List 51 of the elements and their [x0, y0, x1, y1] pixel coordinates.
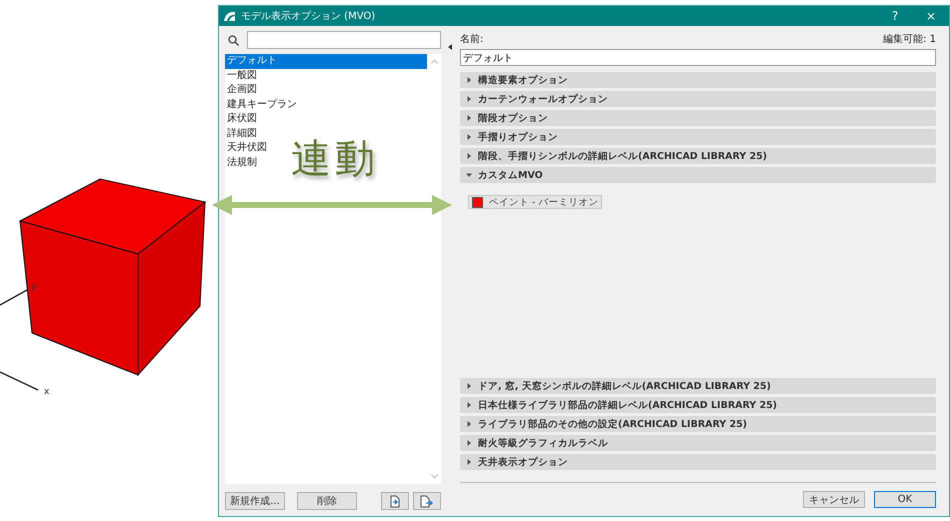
app-logo-icon [223, 10, 237, 22]
new-button[interactable]: 新規作成... [225, 492, 285, 510]
list-item[interactable]: デフォルト [225, 54, 427, 68]
document-arrow-icon [389, 494, 401, 508]
document-arrow-icon [420, 494, 434, 508]
axis-label: y [31, 282, 36, 292]
collapsed-triangle-icon [466, 77, 472, 83]
search-icon [228, 34, 239, 46]
section-header[interactable]: カスタムMVO [460, 167, 936, 183]
axis-label: x [44, 387, 50, 397]
section-header[interactable]: カーテンウォールオプション [460, 91, 936, 107]
collapsed-triangle-icon [466, 421, 472, 427]
collapsed-triangle-icon [466, 440, 472, 446]
section-header[interactable]: 構造要素オプション [460, 72, 936, 88]
collapse-arrow-icon[interactable] [448, 44, 452, 50]
section-header[interactable]: ライブラリ部品のその他の設定(ARCHICAD LIBRARY 25) [460, 416, 936, 432]
editable-count: 編集可能: 1 [883, 32, 936, 46]
collapsed-triangle-icon [466, 459, 472, 465]
y-axis-line [0, 289, 28, 306]
section-header[interactable]: 耐火等級グラフィカルラベル [460, 435, 936, 451]
collapsed-triangle-icon [466, 153, 472, 159]
cancel-button[interactable]: キャンセル [803, 491, 865, 508]
ok-button[interactable]: OK [874, 491, 936, 508]
collapsed-triangle-icon [466, 402, 472, 408]
section-header[interactable]: 日本仕様ライブラリ部品の詳細レベル(ARCHICAD LIBRARY 25) [460, 397, 936, 413]
export-button[interactable] [413, 492, 441, 510]
help-button[interactable]: ? [877, 6, 913, 26]
section-header[interactable]: 階段オプション [460, 110, 936, 126]
delete-button[interactable]: 削除 [297, 492, 357, 510]
collapsed-triangle-icon [466, 383, 472, 389]
window-title: モデル表示オプション (MVO) [241, 10, 376, 23]
section-header[interactable]: 天井表示オプション [460, 454, 936, 470]
section-header[interactable]: ドア, 窓, 天窓シンボルの詳細レベル(ARCHICAD LIBRARY 25) [460, 378, 936, 394]
search-field[interactable] [247, 31, 441, 49]
section-header[interactable]: 階段、手摺りシンボルの詳細レベル(ARCHICAD LIBRARY 25) [460, 148, 936, 164]
surface-picker[interactable]: ペイント - バーミリオン [468, 195, 602, 209]
collapsed-triangle-icon [466, 96, 472, 102]
import-button[interactable] [381, 492, 409, 510]
collapsed-triangle-icon [466, 115, 472, 121]
expanded-triangle-icon [466, 172, 472, 178]
section-header[interactable]: 手摺りオプション [460, 129, 936, 145]
list-item[interactable]: 床伏図 [225, 112, 427, 126]
close-button[interactable]: × [913, 6, 949, 26]
x-axis-line [0, 371, 38, 391]
name-field[interactable]: デフォルト [460, 49, 936, 66]
list-item[interactable]: 企画図 [225, 83, 427, 98]
name-label: 名前: [460, 33, 484, 46]
list-item[interactable]: 一般図 [225, 68, 427, 83]
annotation-text: 連動 [291, 135, 379, 184]
list-item[interactable]: 建具キープラン [225, 98, 427, 112]
collapsed-triangle-icon [466, 134, 472, 140]
